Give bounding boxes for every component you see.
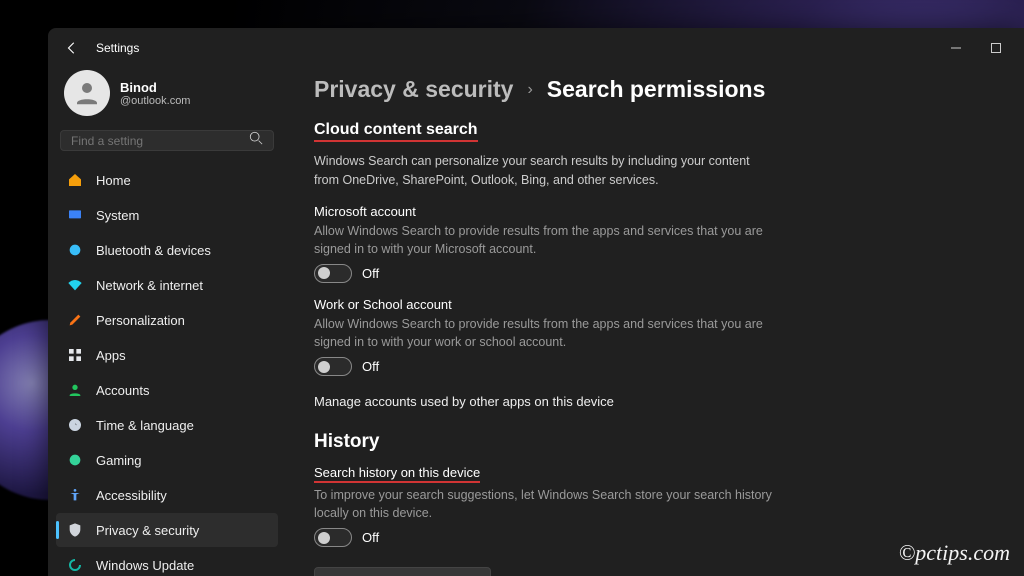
watermark: ©pctips.com xyxy=(899,540,1010,566)
back-button[interactable] xyxy=(56,41,88,55)
search-history-title: Search history on this device xyxy=(314,465,480,483)
sidebar-item-apps[interactable]: Apps xyxy=(56,338,278,372)
breadcrumb-sep: › xyxy=(527,81,532,99)
sidebar-item-privacy[interactable]: Privacy & security xyxy=(56,513,278,547)
search-history-state: Off xyxy=(362,530,379,545)
sidebar-item-label: Bluetooth & devices xyxy=(96,243,211,258)
sidebar-item-label: Personalization xyxy=(96,313,185,328)
ms-account-desc: Allow Windows Search to provide results … xyxy=(314,222,784,258)
sidebar-item-label: Apps xyxy=(96,348,126,363)
sidebar-item-time[interactable]: Time & language xyxy=(56,408,278,442)
gaming-icon xyxy=(66,451,84,469)
profile-name: Binod xyxy=(120,80,190,95)
work-account-toggle[interactable] xyxy=(314,357,352,376)
home-icon xyxy=(66,171,84,189)
system-icon xyxy=(66,206,84,224)
search-input[interactable] xyxy=(71,134,249,148)
search-history-toggle[interactable] xyxy=(314,528,352,547)
cloud-content-desc: Windows Search can personalize your sear… xyxy=(314,152,774,190)
sidebar-item-label: Windows Update xyxy=(96,558,194,573)
work-account-desc: Allow Windows Search to provide results … xyxy=(314,315,784,351)
sidebar-item-label: Accessibility xyxy=(96,488,167,503)
content-area: Privacy & security › Search permissions … xyxy=(286,68,1024,576)
sidebar-item-bluetooth[interactable]: Bluetooth & devices xyxy=(56,233,278,267)
work-account-title: Work or School account xyxy=(314,297,984,312)
account-icon xyxy=(66,381,84,399)
sidebar-item-label: Gaming xyxy=(96,453,142,468)
sidebar-item-gaming[interactable]: Gaming xyxy=(56,443,278,477)
sidebar-item-home[interactable]: Home xyxy=(56,163,278,197)
search-icon xyxy=(249,131,263,150)
window-title: Settings xyxy=(96,41,139,55)
sidebar-item-accounts[interactable]: Accounts xyxy=(56,373,278,407)
sidebar-item-accessibility[interactable]: Accessibility xyxy=(56,478,278,512)
breadcrumb-parent[interactable]: Privacy & security xyxy=(314,76,513,103)
sidebar-item-label: Privacy & security xyxy=(96,523,199,538)
sidebar-item-label: Accounts xyxy=(96,383,149,398)
sidebar-item-personalization[interactable]: Personalization xyxy=(56,303,278,337)
profile-email: @outlook.com xyxy=(120,95,190,107)
accessibility-icon xyxy=(66,486,84,504)
cloud-content-heading: Cloud content search xyxy=(314,121,478,142)
history-heading: History xyxy=(314,431,984,453)
settings-window: Settings Binod @outlook.com xyxy=(48,28,1024,576)
breadcrumb: Privacy & security › Search permissions xyxy=(314,76,984,103)
ms-account-state: Off xyxy=(362,266,379,281)
apps-icon xyxy=(66,346,84,364)
sidebar-item-label: System xyxy=(96,208,139,223)
bluetooth-icon xyxy=(66,241,84,259)
breadcrumb-current: Search permissions xyxy=(547,76,766,103)
manage-accounts-link[interactable]: Manage accounts used by other apps on th… xyxy=(314,394,614,409)
avatar xyxy=(64,70,110,116)
sidebar: Binod @outlook.com Home System xyxy=(48,68,286,576)
work-account-state: Off xyxy=(362,359,379,374)
sidebar-item-system[interactable]: System xyxy=(56,198,278,232)
sidebar-item-update[interactable]: Windows Update xyxy=(56,548,278,576)
ms-account-toggle[interactable] xyxy=(314,264,352,283)
sidebar-item-label: Home xyxy=(96,173,131,188)
sidebar-item-label: Network & internet xyxy=(96,278,203,293)
minimize-button[interactable] xyxy=(936,32,976,64)
clock-icon xyxy=(66,416,84,434)
clear-history-button[interactable]: Clear device search history xyxy=(314,567,491,576)
sidebar-item-label: Time & language xyxy=(96,418,194,433)
nav: Home System Bluetooth & devices Network … xyxy=(56,163,278,576)
search-history-desc: To improve your search suggestions, let … xyxy=(314,486,784,522)
search-box[interactable] xyxy=(60,130,274,151)
sidebar-item-network[interactable]: Network & internet xyxy=(56,268,278,302)
update-icon xyxy=(66,556,84,574)
profile-block[interactable]: Binod @outlook.com xyxy=(56,68,278,124)
wifi-icon xyxy=(66,276,84,294)
ms-account-title: Microsoft account xyxy=(314,204,984,219)
titlebar: Settings xyxy=(48,28,1024,68)
brush-icon xyxy=(66,311,84,329)
shield-icon xyxy=(66,521,84,539)
maximize-button[interactable] xyxy=(976,32,1016,64)
